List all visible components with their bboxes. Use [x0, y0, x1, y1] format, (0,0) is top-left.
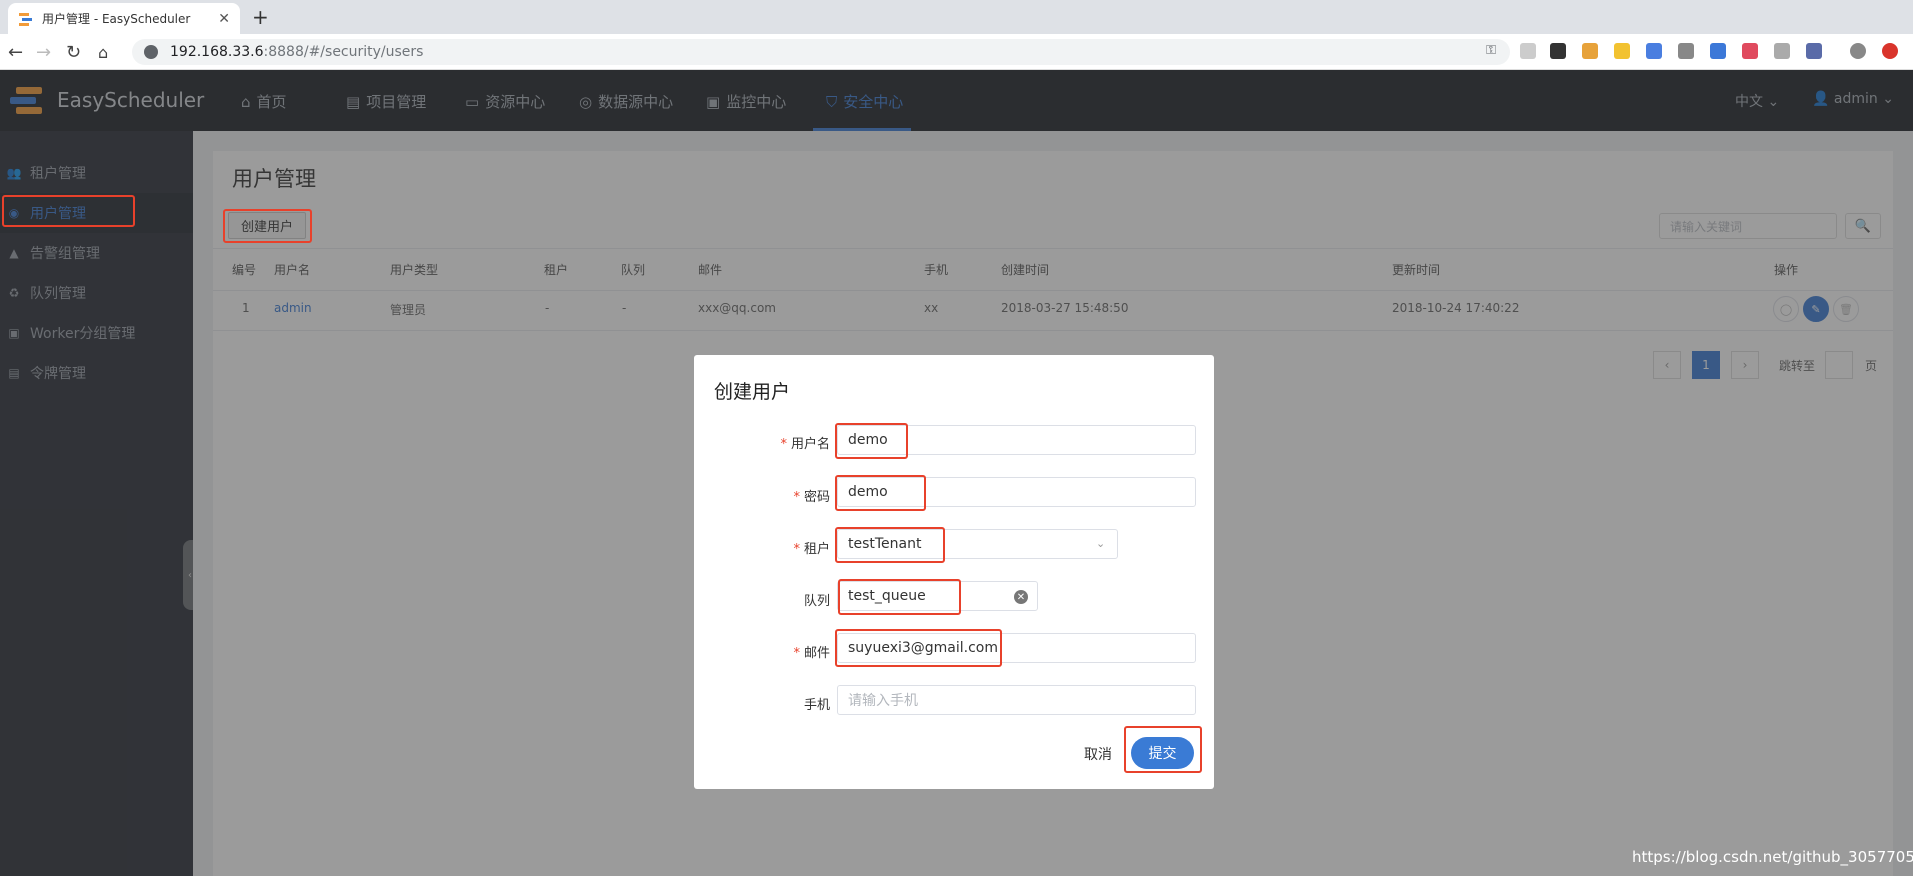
create-user-dialog — [694, 355, 1214, 789]
extension-clipboard-icon[interactable] — [1774, 43, 1790, 59]
forward-icon[interactable]: → — [36, 42, 51, 63]
favicon-icon — [18, 11, 34, 27]
extension-translate-icon[interactable] — [1646, 43, 1662, 59]
update-icon[interactable] — [1882, 43, 1898, 59]
browser-tab[interactable]: 用户管理 - EasyScheduler ✕ — [8, 3, 240, 34]
highlight-box-create — [223, 209, 312, 243]
key-icon[interactable]: ⚿ — [1486, 43, 1496, 58]
highlight-box-tenant — [835, 527, 945, 563]
required-marker: * — [793, 490, 800, 505]
close-tab-icon[interactable]: ✕ — [218, 11, 230, 27]
phone-field[interactable]: 请输入手机 — [837, 685, 1196, 715]
highlight-box-email — [835, 629, 1002, 667]
site-info-icon[interactable] — [144, 45, 158, 59]
highlight-box-queue — [838, 579, 961, 615]
highlight-box-submit — [1124, 726, 1202, 773]
watermark-text: https://blog.csdn.net/github_30577057 — [1632, 848, 1913, 866]
cancel-button[interactable]: 取消 — [1084, 744, 1112, 764]
extension-sitemap-icon[interactable] — [1520, 43, 1536, 59]
extension-color-icon[interactable] — [1582, 43, 1598, 59]
username-label: * 用户名 — [780, 437, 830, 452]
required-marker: * — [793, 646, 800, 661]
required-marker: * — [780, 437, 787, 452]
highlight-box-username — [835, 423, 908, 459]
phone-label: 手机 — [803, 698, 830, 713]
dialog-title: 创建用户 — [714, 381, 791, 403]
email-label: * 邮件 — [793, 646, 830, 661]
back-icon[interactable]: ← — [8, 42, 23, 63]
url-bar[interactable]: 192.168.33.6:8888/#/security/users ⚿ — [132, 39, 1510, 65]
profile-avatar-icon[interactable] — [1850, 43, 1866, 59]
clear-icon[interactable]: ✕ — [1014, 590, 1028, 604]
new-tab-icon[interactable]: + — [252, 5, 269, 29]
extension-window-icon[interactable] — [1806, 43, 1822, 59]
url-host: 192.168.33.6 — [170, 44, 264, 60]
chevron-down-icon[interactable]: ⌄ — [1096, 537, 1105, 550]
url-path: :8888/#/security/users — [263, 44, 424, 60]
extension-pocket-icon[interactable] — [1710, 43, 1726, 59]
password-label: * 密码 — [793, 490, 830, 505]
extension-umbrella-icon[interactable] — [1678, 43, 1694, 59]
reload-icon[interactable]: ↻ — [66, 42, 81, 63]
bookmark-star-icon[interactable] — [1614, 43, 1630, 59]
tab-title: 用户管理 - EasyScheduler — [42, 12, 191, 26]
browser-tabbar — [0, 0, 1913, 34]
home-icon[interactable]: ⌂ — [98, 43, 108, 62]
highlight-box-password — [835, 475, 926, 511]
extension-code-icon[interactable] — [1550, 43, 1566, 59]
queue-label: 队列 — [803, 594, 830, 609]
required-marker: * — [793, 542, 800, 557]
tenant-label: * 租户 — [793, 542, 830, 557]
extension-star-icon[interactable] — [1742, 43, 1758, 59]
highlight-box-sidebar — [2, 195, 135, 227]
